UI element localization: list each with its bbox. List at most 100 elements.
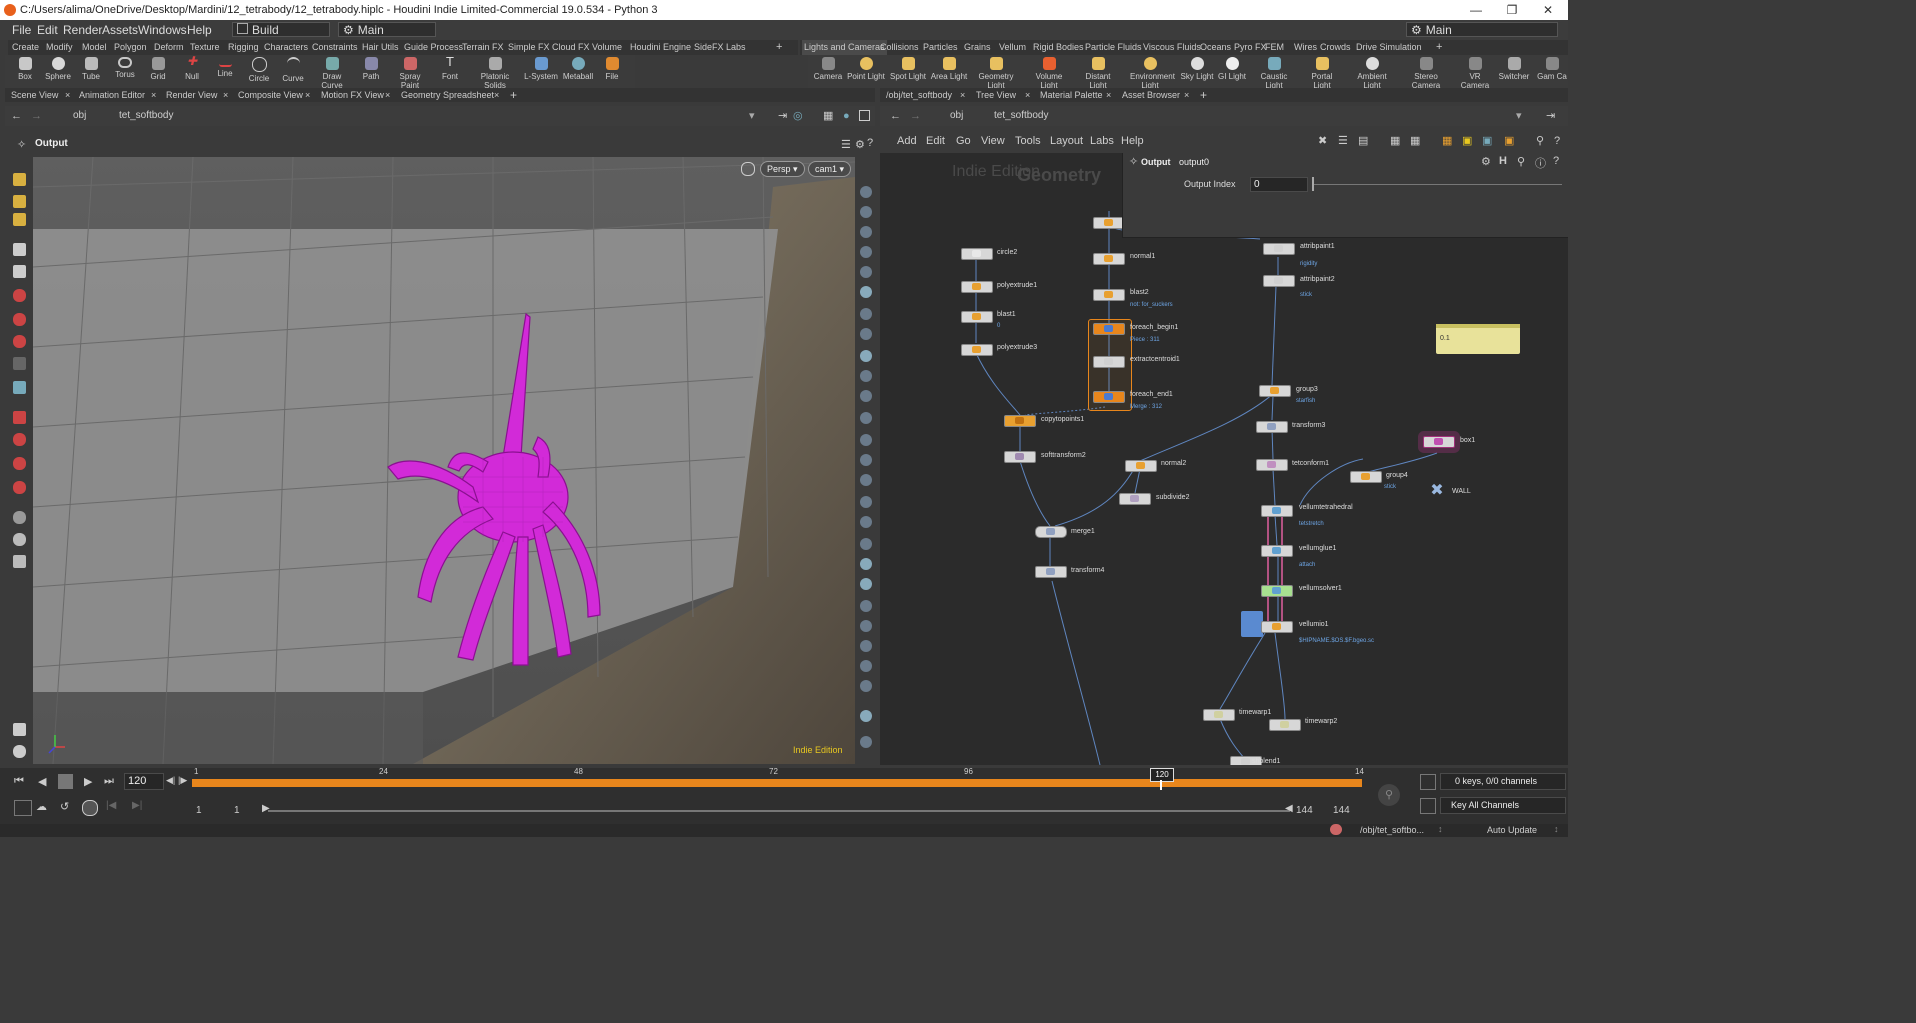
color-palette-icon[interactable]: ▦ bbox=[1442, 131, 1452, 151]
gear-icon[interactable]: ⚙ bbox=[855, 138, 865, 151]
shelf-tab[interactable]: Crowds bbox=[1320, 40, 1351, 55]
snap-magnet-icon[interactable] bbox=[13, 457, 26, 470]
obj-path-segment[interactable]: obj bbox=[57, 106, 86, 126]
tool-vr-camera[interactable]: VR Camera bbox=[1455, 55, 1495, 88]
tool-distant-light[interactable]: Distant Light bbox=[1078, 55, 1118, 88]
node-path-segment[interactable]: tet_softbody bbox=[103, 106, 173, 126]
net-menu-layout[interactable]: Layout bbox=[1050, 131, 1083, 151]
network-editor[interactable]: Indie Edition Geometry 0.1 circle2 polye… bbox=[880, 153, 1568, 765]
param-node-name-field[interactable]: output0 bbox=[1179, 157, 1209, 167]
node-attribpaint2[interactable] bbox=[1263, 275, 1295, 287]
shelf-tab[interactable]: Pyro FX bbox=[1234, 40, 1267, 55]
add-tab-icon[interactable]: + bbox=[510, 88, 517, 102]
info-icon[interactable] bbox=[860, 736, 872, 748]
net-menu-view[interactable]: View bbox=[981, 131, 1005, 151]
tab-tree-view[interactable]: Tree View bbox=[976, 88, 1016, 102]
add-shelf-tab-icon[interactable]: + bbox=[776, 40, 782, 55]
tab-motion-fx-view[interactable]: Motion FX View bbox=[321, 88, 384, 102]
wall-null-node[interactable]: ✖ bbox=[1428, 483, 1446, 499]
tool-environment-light[interactable]: Environment Light bbox=[1130, 55, 1175, 88]
node-foreach-end1[interactable] bbox=[1093, 391, 1125, 403]
close-icon[interactable]: × bbox=[151, 88, 156, 102]
normal-icon[interactable] bbox=[860, 454, 872, 466]
output-index-field[interactable]: 0 bbox=[1250, 177, 1308, 192]
audio-scrub-icon[interactable]: ☁ bbox=[36, 800, 47, 813]
display-option-icon[interactable] bbox=[860, 390, 872, 402]
location-icon[interactable] bbox=[860, 710, 872, 722]
magnet-icon[interactable] bbox=[13, 433, 26, 446]
lock-icon[interactable] bbox=[860, 226, 872, 238]
close-icon[interactable]: × bbox=[960, 88, 965, 102]
frame-step-icon[interactable]: |▶ bbox=[178, 775, 187, 786]
translate-icon[interactable] bbox=[13, 265, 26, 278]
camera-icon[interactable] bbox=[860, 350, 872, 362]
status-path[interactable]: /obj/tet_softbo... bbox=[1360, 825, 1424, 835]
display-option-icon[interactable] bbox=[860, 578, 872, 590]
output-index-slider[interactable] bbox=[1312, 184, 1562, 185]
tree-icon[interactable]: ☰ bbox=[1338, 131, 1348, 151]
shelf-tab[interactable]: Model bbox=[82, 40, 107, 55]
tab-geometry-spreadsheet[interactable]: Geometry Spreadsheet bbox=[401, 88, 494, 102]
pin-icon[interactable]: ⇥ bbox=[1546, 106, 1555, 126]
step-icon[interactable]: ▶| bbox=[132, 800, 142, 811]
shelf-tab[interactable]: Houdini Engine bbox=[630, 40, 691, 55]
display-option-icon[interactable] bbox=[860, 660, 872, 672]
view-tool-icon[interactable] bbox=[13, 381, 26, 394]
tool-font[interactable]: T Font bbox=[430, 55, 470, 81]
back-arrow-icon[interactable]: ← bbox=[890, 106, 901, 126]
audio-icon[interactable]: ⚲ bbox=[1378, 784, 1400, 806]
search-icon[interactable]: ⚲ bbox=[1517, 155, 1525, 168]
tool-area-light[interactable]: Area Light bbox=[929, 55, 969, 81]
shelf-tab[interactable]: Oceans bbox=[1200, 40, 1231, 55]
play-icon[interactable]: ▶ bbox=[84, 775, 92, 788]
shelf-tab[interactable]: Vellum bbox=[999, 40, 1026, 55]
node-merge1[interactable] bbox=[1035, 526, 1067, 538]
measure-icon[interactable] bbox=[13, 411, 26, 424]
viewport-lock-icon[interactable] bbox=[741, 162, 755, 176]
bone-icon[interactable] bbox=[13, 357, 26, 370]
add-shelf-tab-icon[interactable]: + bbox=[1436, 40, 1442, 55]
range-start-field[interactable]: 1 bbox=[196, 805, 202, 816]
magnet-red-icon[interactable] bbox=[13, 481, 26, 494]
node-group4[interactable] bbox=[1350, 471, 1382, 483]
forward-arrow-icon[interactable]: → bbox=[31, 106, 42, 126]
tab-material-palette[interactable]: Material Palette bbox=[1040, 88, 1103, 102]
right-main-select[interactable]: ⚙ Main bbox=[1406, 22, 1558, 37]
node-polyextrude1[interactable] bbox=[961, 281, 993, 293]
close-icon[interactable]: × bbox=[385, 88, 390, 102]
display-option-icon[interactable] bbox=[860, 620, 872, 632]
maximize-icon[interactable]: ❐ bbox=[1494, 0, 1530, 20]
range-start-handle[interactable]: ▶ bbox=[262, 803, 270, 814]
timeline-track[interactable] bbox=[192, 779, 1362, 787]
node-attribpaint1[interactable] bbox=[1263, 243, 1295, 255]
shelf-tab[interactable]: Terrain FX bbox=[462, 40, 504, 55]
paint-select-icon[interactable] bbox=[13, 213, 26, 226]
image-icon[interactable]: ▣ bbox=[1482, 131, 1492, 151]
pointer-icon[interactable] bbox=[13, 243, 26, 256]
scale-icon[interactable] bbox=[13, 313, 26, 326]
display-option-icon[interactable] bbox=[860, 538, 872, 550]
tool-spray-paint[interactable]: Spray Paint bbox=[390, 55, 430, 90]
current-frame-field[interactable]: 120 bbox=[124, 773, 164, 790]
desktop-select[interactable]: Build bbox=[232, 22, 330, 37]
range-end2-field[interactable]: 144 bbox=[1333, 805, 1350, 816]
close-icon[interactable]: × bbox=[1106, 88, 1111, 102]
step-back-icon[interactable]: ◀ bbox=[38, 775, 46, 788]
menu-file[interactable]: File bbox=[12, 20, 31, 40]
shelf-tab[interactable]: Polygon bbox=[114, 40, 147, 55]
keys-icon[interactable] bbox=[1420, 774, 1436, 790]
net-menu-add[interactable]: Add bbox=[897, 131, 917, 151]
tool-geometry-light[interactable]: Geometry Light bbox=[976, 55, 1016, 88]
shelf-tab[interactable]: Constraints bbox=[312, 40, 358, 55]
output-index-slider-handle[interactable] bbox=[1312, 177, 1314, 191]
point-icon[interactable] bbox=[860, 412, 872, 424]
shelf-tab[interactable]: Simple FX bbox=[508, 40, 550, 55]
tool-portal-light[interactable]: Portal Light bbox=[1302, 55, 1342, 88]
node-timewarp1[interactable] bbox=[1203, 709, 1235, 721]
tool-gi-light[interactable]: GI Light bbox=[1212, 55, 1252, 81]
grid-view-icon[interactable]: ▦ bbox=[1410, 131, 1420, 151]
shelf-tab[interactable]: Particle Fluids bbox=[1085, 40, 1142, 55]
tool-caustic-light[interactable]: Caustic Light bbox=[1254, 55, 1294, 88]
shelf-tab[interactable]: Wires bbox=[1294, 40, 1317, 55]
tool-sky-light[interactable]: Sky Light bbox=[1177, 55, 1217, 81]
